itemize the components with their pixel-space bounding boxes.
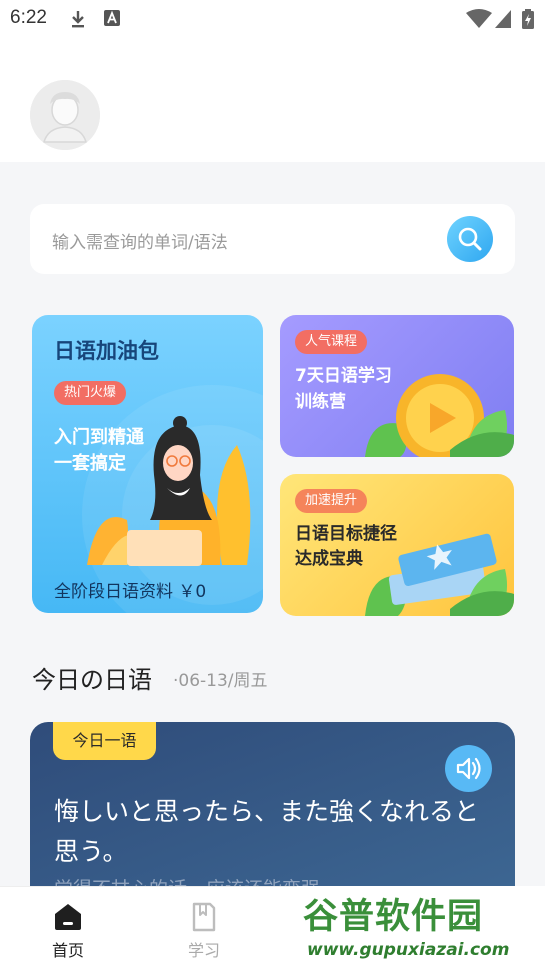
watermark-url: www.gupuxiazai.com bbox=[307, 940, 510, 960]
speaker-icon bbox=[456, 757, 481, 780]
popular-course-badge: 人气课程 bbox=[295, 330, 368, 354]
font-app-icon bbox=[104, 10, 120, 26]
card-tr-line2: 训练营 bbox=[295, 392, 346, 412]
tab-study-label: 学习 bbox=[187, 941, 220, 960]
header bbox=[0, 38, 545, 162]
section-date: ·06-13/周五 bbox=[173, 671, 268, 691]
daily-quote-text: 悔しいと思ったら、また強くなれると思う。 bbox=[54, 797, 480, 866]
card-7day-training-camp[interactable]: 人气课程 7天日语学习 训练营 bbox=[280, 315, 514, 457]
play-audio-button[interactable] bbox=[445, 745, 492, 792]
tab-study[interactable]: 学习 bbox=[164, 887, 244, 970]
wifi-icon bbox=[466, 9, 492, 28]
user-avatar-icon bbox=[30, 80, 100, 150]
card-br-line2: 达成宝典 bbox=[295, 549, 363, 569]
status-time: 6:22 bbox=[10, 7, 47, 28]
site-watermark: 谷普软件园 www.gupuxiazai.com bbox=[297, 886, 545, 970]
card-title: 日语加油包 bbox=[54, 339, 159, 363]
card-footer-text: 全阶段日语资料 ￥0 bbox=[54, 582, 207, 602]
battery-icon bbox=[522, 9, 534, 29]
card-br-subtitle: 日语目标捷径 达成宝典 bbox=[295, 522, 397, 572]
home-icon bbox=[55, 904, 81, 930]
card-subtitle-line2: 一套搞定 bbox=[54, 453, 126, 474]
card-tr-line1: 7天日语学习 bbox=[295, 366, 392, 386]
card-japanese-booster-pack[interactable]: 日语加油包 热门火爆 入门到精通 一套搞定 全阶段日语资料 ￥0 bbox=[32, 315, 263, 613]
search-input[interactable]: 输入需查询的单词/语法 bbox=[52, 228, 228, 253]
daily-quote-card[interactable]: 今日一语 悔しいと思ったら、また強くなれると思う。 觉得不甘心的话，应该还能变强 bbox=[30, 722, 515, 902]
card-goal-shortcut-guide[interactable]: 加速提升 日语目标捷径 达成宝典 bbox=[280, 474, 514, 616]
tab-home-label: 首页 bbox=[51, 941, 84, 960]
tab-home[interactable]: 首页 bbox=[28, 887, 108, 970]
signal-icon bbox=[495, 10, 511, 28]
card-tr-subtitle: 7天日语学习 训练营 bbox=[295, 363, 392, 415]
card-subtitle-line1: 入门到精通 bbox=[54, 427, 144, 448]
card-footer: 全阶段日语资料 ￥0 bbox=[32, 565, 263, 613]
hot-badge: 热门火爆 bbox=[54, 381, 127, 405]
card-br-line1: 日语目标捷径 bbox=[295, 524, 397, 544]
watermark-name: 谷普软件园 bbox=[303, 897, 484, 937]
speed-up-badge: 加速提升 bbox=[295, 489, 368, 513]
search-button[interactable] bbox=[447, 216, 493, 262]
download-icon bbox=[72, 11, 84, 28]
card-subtitle: 入门到精通 一套搞定 bbox=[54, 425, 144, 477]
avatar[interactable] bbox=[30, 80, 100, 150]
daily-quote-tag: 今日一语 bbox=[53, 722, 156, 760]
status-bar: 6:22 bbox=[0, 0, 545, 38]
section-title: 今日の日语 bbox=[32, 666, 152, 694]
book-icon bbox=[192, 902, 216, 932]
search-box[interactable]: 输入需查询的单词/语法 bbox=[30, 204, 515, 274]
search-icon bbox=[458, 227, 482, 251]
